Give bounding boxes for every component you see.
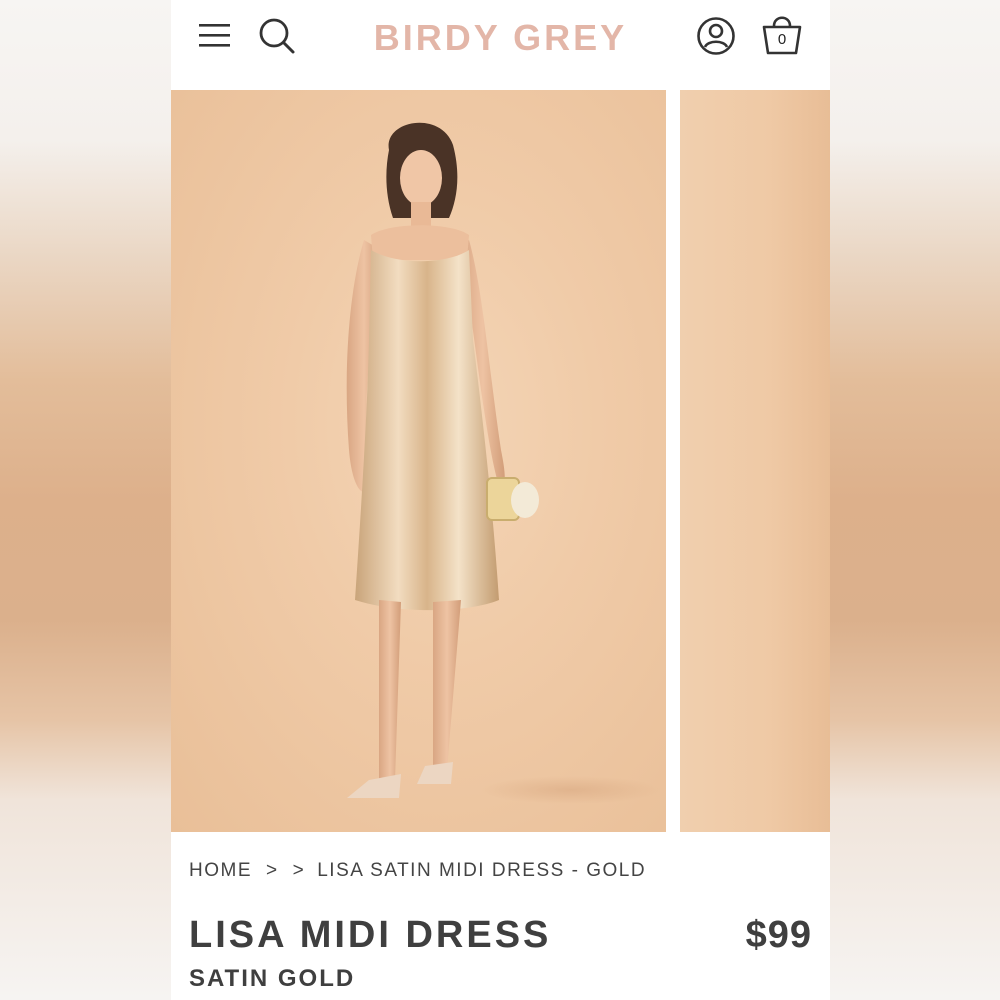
breadcrumb-home[interactable]: HOME: [189, 860, 252, 881]
backdrop-right: [830, 0, 1000, 1000]
product-price: $99: [745, 914, 812, 956]
breadcrumb-separator: >: [292, 860, 306, 881]
bag-count: 0: [777, 31, 787, 48]
product-image-main[interactable]: [171, 90, 666, 832]
brand-logo[interactable]: BIRDY GREY: [374, 17, 627, 58]
site-header: BIRDY GREY 0: [171, 0, 830, 90]
breadcrumb: HOME > > LISA SATIN MIDI DRESS - GOLD: [189, 860, 646, 882]
product-image-next[interactable]: [680, 90, 830, 832]
breadcrumb-separator: >: [266, 860, 279, 881]
account-icon[interactable]: [696, 16, 736, 56]
model-illustration: [346, 122, 661, 804]
product-title: LISA MIDI DRESS: [189, 914, 552, 956]
bag-button[interactable]: 0: [761, 12, 803, 56]
breadcrumb-current: LISA SATIN MIDI DRESS - GOLD: [317, 860, 647, 881]
product-variant: SATIN GOLD: [189, 965, 356, 992]
product-page: BIRDY GREY 0 HOME > > LISA SATIN MIDI DR…: [171, 0, 830, 1000]
menu-icon[interactable]: [199, 22, 231, 50]
search-icon[interactable]: [258, 17, 296, 55]
backdrop-left: [0, 0, 171, 1000]
